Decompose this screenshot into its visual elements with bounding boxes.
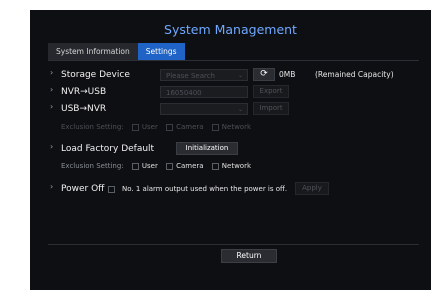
nvr-usb-field[interactable]: 16050400 (160, 86, 248, 98)
chevron-down-icon: ⌄ (237, 72, 243, 79)
network-checkbox[interactable] (211, 123, 219, 131)
usb-nvr-row: › USB→NVR ⌄ Import (30, 102, 431, 116)
power-off-label: Power Off (61, 184, 105, 194)
camera-option-label: Camera (176, 162, 204, 170)
network-option-label: Network (221, 162, 252, 170)
apply-button[interactable]: Apply (295, 182, 329, 195)
storage-device-row: › Storage Device Please Search ⌄ ⟳ 0MB (… (30, 68, 431, 82)
factory-default-row: › Load Factory Default Initialization (30, 142, 431, 156)
user-option-label: User (141, 162, 158, 170)
nvr-usb-row: › NVR→USB 16050400 Export (30, 85, 431, 99)
system-management-window: System Management System Information Set… (30, 10, 431, 290)
nvr-usb-label: NVR→USB (61, 87, 107, 97)
alarm-output-label: No. 1 alarm output used when the power i… (122, 185, 288, 193)
tab-system-information[interactable]: System Information (48, 43, 138, 60)
exclusion-label: Exclusion Setting: (61, 123, 124, 131)
nvr-usb-value: 16050400 (166, 89, 202, 97)
initialization-button[interactable]: Initialization (176, 142, 238, 155)
camera-checkbox[interactable] (166, 162, 174, 170)
camera-option-label: Camera (176, 123, 204, 131)
bullet-icon: › (50, 182, 54, 191)
user-checkbox[interactable] (131, 123, 139, 131)
page-title: System Management (164, 22, 297, 37)
export-button[interactable]: Export (253, 85, 289, 98)
usb-nvr-select[interactable]: ⌄ (160, 103, 248, 115)
tab-divider (48, 60, 419, 61)
usb-nvr-label: USB→NVR (61, 104, 107, 114)
power-off-row: › Power Off No. 1 alarm output used when… (30, 182, 431, 196)
remaining-capacity-note: (Remained Capacity) (315, 70, 394, 79)
refresh-icon: ⟳ (260, 69, 268, 79)
network-checkbox[interactable] (211, 162, 219, 170)
return-button[interactable]: Return (221, 249, 277, 263)
tab-settings[interactable]: Settings (137, 43, 185, 60)
footer-divider (48, 244, 419, 245)
tab-bar: System Information Settings (48, 43, 185, 60)
import-button[interactable]: Import (253, 102, 289, 115)
remaining-size: 0MB (279, 70, 296, 79)
chevron-down-icon: ⌄ (237, 106, 243, 113)
user-option-label: User (141, 123, 158, 131)
alarm-output-checkbox[interactable] (108, 186, 115, 193)
exclusion-setting-row-2: Exclusion Setting: User Camera Network (61, 159, 251, 173)
exclusion-setting-row-1: Exclusion Setting: User Camera Network (61, 120, 251, 134)
bullet-icon: › (50, 85, 54, 94)
network-option-label: Network (221, 123, 252, 131)
user-checkbox[interactable] (131, 162, 139, 170)
exclusion-label: Exclusion Setting: (61, 162, 124, 170)
factory-default-label: Load Factory Default (61, 144, 155, 154)
storage-device-value: Please Search (166, 72, 215, 80)
bullet-icon: › (50, 68, 54, 77)
storage-device-label: Storage Device (61, 70, 130, 80)
camera-checkbox[interactable] (166, 123, 174, 131)
refresh-button[interactable]: ⟳ (253, 68, 275, 81)
bullet-icon: › (50, 142, 54, 151)
bullet-icon: › (50, 102, 54, 111)
storage-device-select[interactable]: Please Search ⌄ (160, 69, 248, 81)
